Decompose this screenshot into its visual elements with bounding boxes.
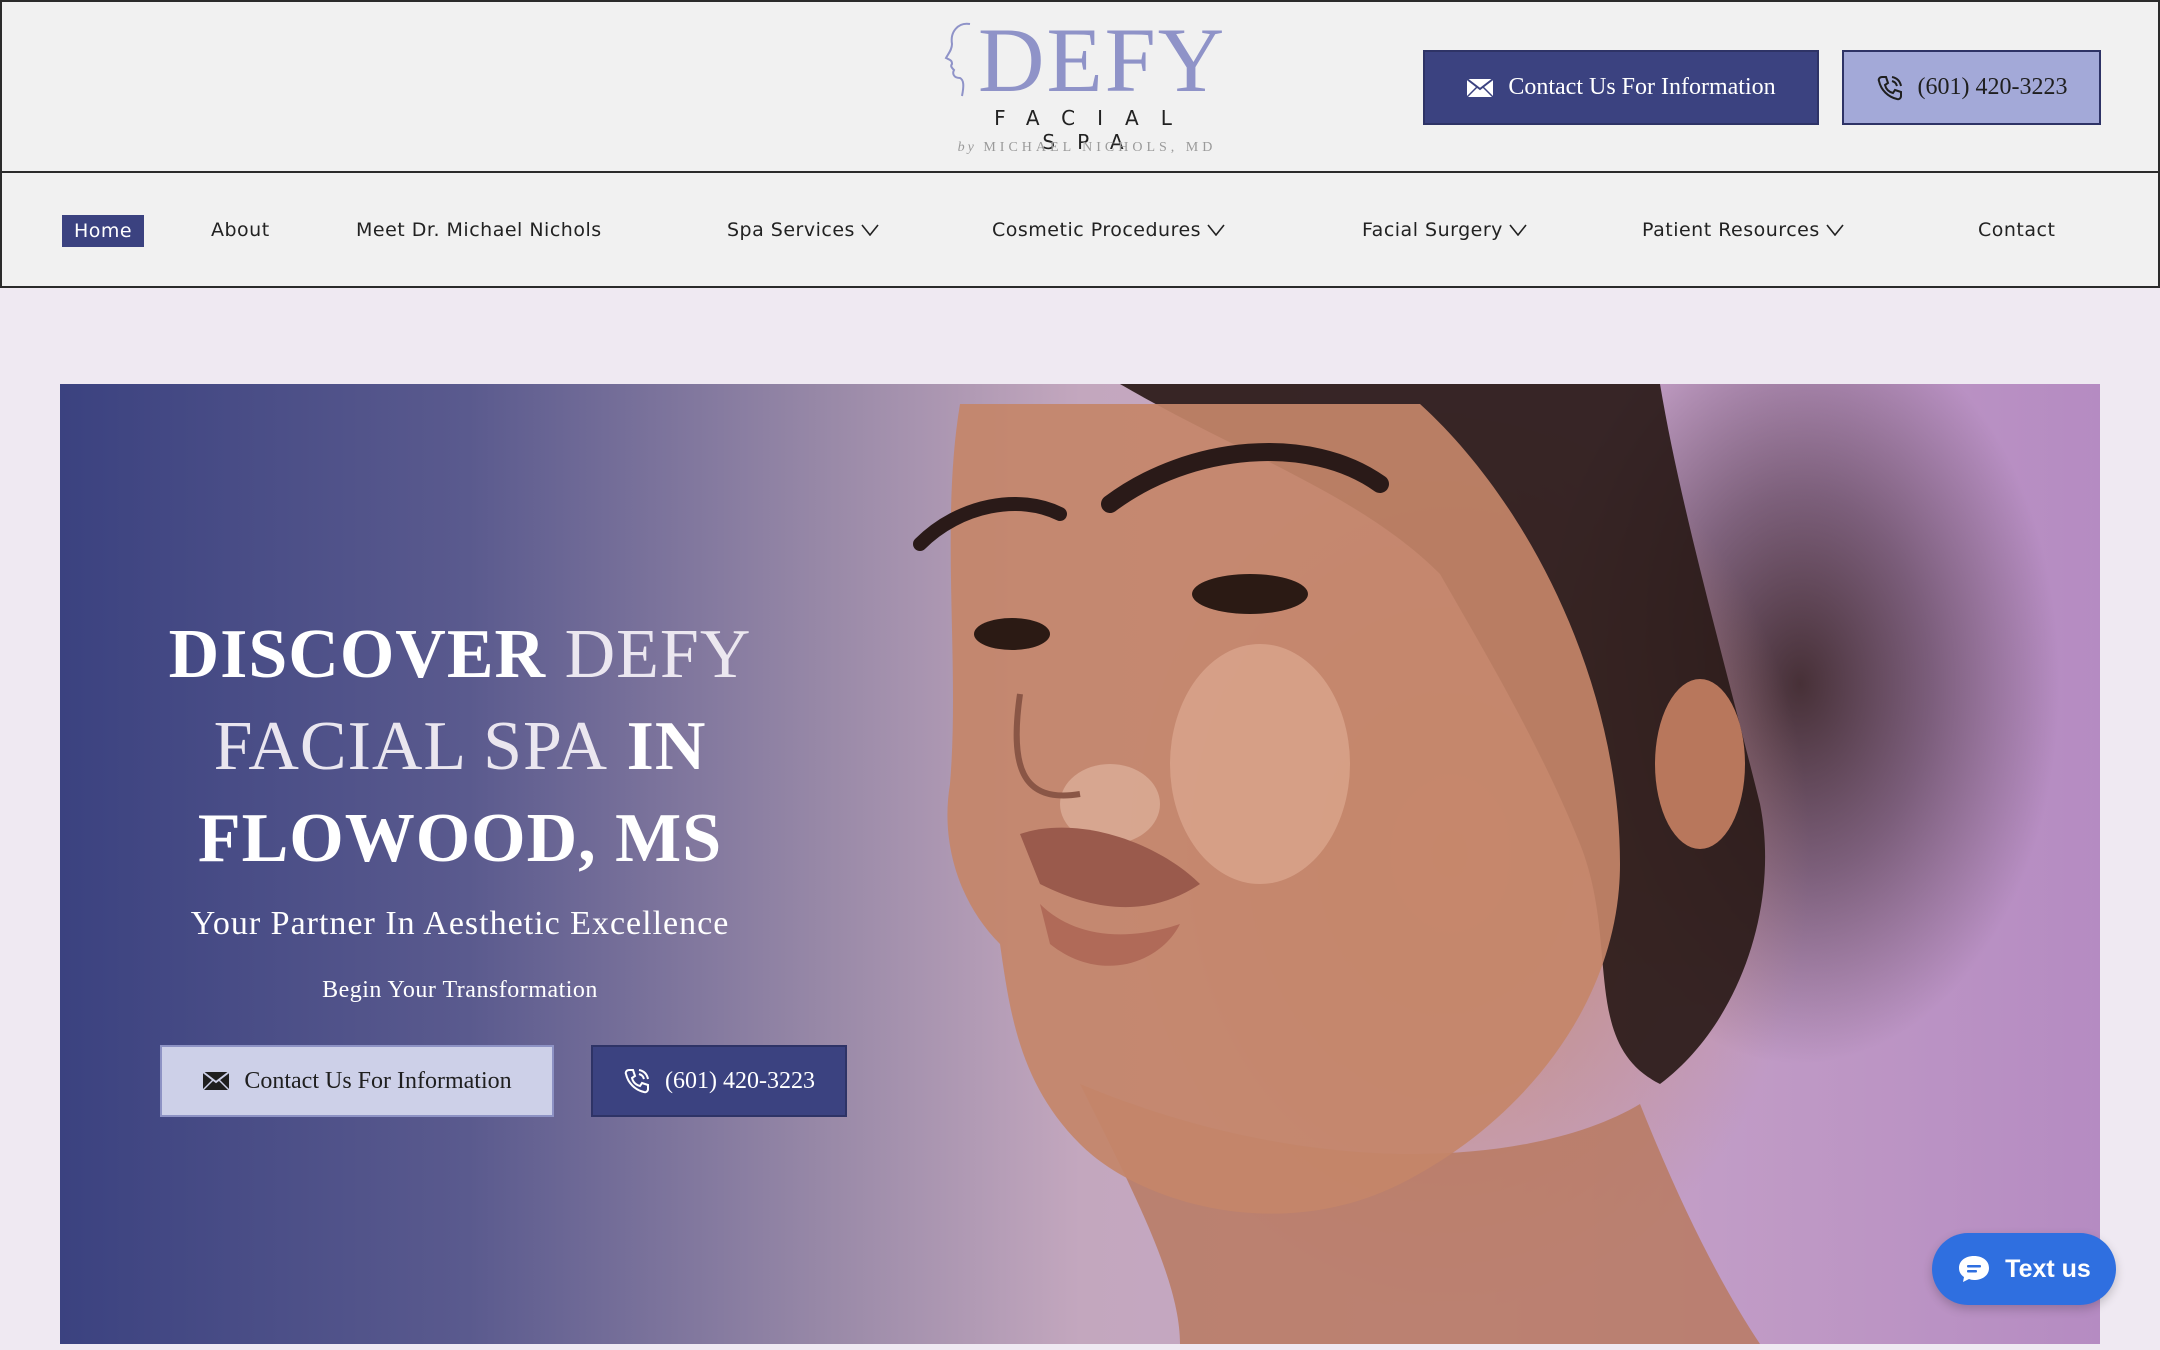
hero-tagline: Your Partner In Aesthetic Excellence (190, 905, 730, 942)
hero-text-block: DISCOVER DEFY FACIAL SPA IN FLOWOOD, MS … (160, 609, 760, 1004)
hero-begin-text: Begin Your Transformation (322, 977, 598, 1003)
nav-item-contact[interactable]: Contact (1978, 213, 2055, 247)
hero-title-in: IN (626, 708, 707, 785)
nav-label: Patient Resources (1642, 219, 1820, 241)
hero-title-discover: DISCOVER (168, 616, 547, 693)
nav-label: Facial Surgery (1362, 219, 1503, 241)
logo-by-name: MICHAEL NICHOLS, MD (983, 140, 1217, 155)
envelope-icon (1466, 77, 1494, 98)
logo-wordmark: DEFY (978, 9, 1227, 111)
logo-by-prefix: by (957, 140, 977, 155)
nav-label: About (211, 219, 270, 241)
nav-label: Contact (1978, 219, 2056, 241)
header-phone-button[interactable]: (601) 420-3223 (1842, 50, 2101, 125)
envelope-icon (202, 1071, 230, 1091)
chevron-down-icon (1826, 224, 1844, 236)
phone-icon (624, 1069, 649, 1094)
hero-title-defy: DEFY (564, 616, 752, 693)
chevron-down-icon (1207, 224, 1225, 236)
hero-title-location: FLOWOOD, MS (197, 800, 723, 877)
header-contact-button[interactable]: Contact Us For Information (1423, 50, 1819, 125)
header-contact-label: Contact Us For Information (1508, 74, 1776, 100)
nav-item-patient-resources[interactable]: Patient Resources (1642, 213, 1844, 247)
nav-label: Home (74, 220, 133, 242)
text-us-label: Text us (2005, 1254, 2091, 1283)
main-nav: Home About Meet Dr. Michael Nichols Spa … (0, 171, 2160, 288)
text-us-widget[interactable]: Text us (1932, 1233, 2116, 1305)
nav-item-facial-surgery[interactable]: Facial Surgery (1362, 213, 1527, 247)
nav-item-about[interactable]: About (211, 213, 270, 247)
hero-title-facial-spa: FACIAL SPA (213, 708, 609, 785)
hero-contact-button[interactable]: Contact Us For Information (160, 1045, 554, 1117)
header-phone-label: (601) 420-3223 (1917, 74, 2068, 100)
nav-item-spa-services[interactable]: Spa Services (727, 213, 879, 247)
chevron-down-icon (1509, 224, 1527, 236)
nav-item-home[interactable]: Home (62, 215, 145, 247)
site-logo[interactable]: DEFY FACIAL SPA by MICHAEL NICHOLS, MD (922, 10, 1252, 161)
site-header: DEFY FACIAL SPA by MICHAEL NICHOLS, MD C… (0, 0, 2160, 173)
hero-banner: DISCOVER DEFY FACIAL SPA IN FLOWOOD, MS … (60, 384, 2100, 1344)
nav-label: Spa Services (727, 219, 855, 241)
hero-title: DISCOVER DEFY FACIAL SPA IN FLOWOOD, MS (160, 609, 760, 885)
hero-contact-label: Contact Us For Information (244, 1067, 512, 1094)
nav-item-cosmetic-procedures[interactable]: Cosmetic Procedures (992, 213, 1225, 247)
nav-label: Cosmetic Procedures (992, 219, 1202, 241)
nav-item-meet-doctor[interactable]: Meet Dr. Michael Nichols (356, 213, 602, 247)
phone-icon (1877, 75, 1902, 100)
hero-phone-button[interactable]: (601) 420-3223 (591, 1045, 847, 1117)
hero-phone-label: (601) 420-3223 (665, 1067, 815, 1094)
logo-byline: by MICHAEL NICHOLS, MD (922, 140, 1252, 156)
chevron-down-icon (861, 224, 879, 236)
face-profile-icon (944, 22, 971, 97)
nav-label: Meet Dr. Michael Nichols (356, 219, 602, 241)
chat-bubble-icon (1959, 1256, 1990, 1282)
